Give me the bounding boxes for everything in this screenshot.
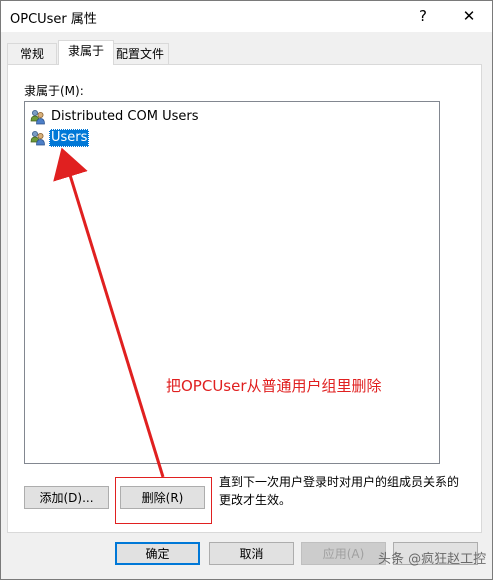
ok-button[interactable]: 确定: [115, 542, 200, 565]
tab-member-of[interactable]: 隶属于: [58, 40, 114, 65]
add-button[interactable]: 添加(D)...: [24, 486, 109, 509]
apply-button[interactable]: 应用(A): [301, 542, 386, 565]
watermark-text: 头条 @疯狂赵工控: [378, 552, 487, 567]
cancel-button[interactable]: 取消: [209, 542, 294, 565]
annotation-highlight-box: [115, 477, 212, 524]
membership-note: 直到下一次用户登录时对用户的组成员关系的更改才生效。: [219, 475, 460, 507]
annotation-text: 把OPCUser从普通用户组里删除: [166, 377, 382, 395]
